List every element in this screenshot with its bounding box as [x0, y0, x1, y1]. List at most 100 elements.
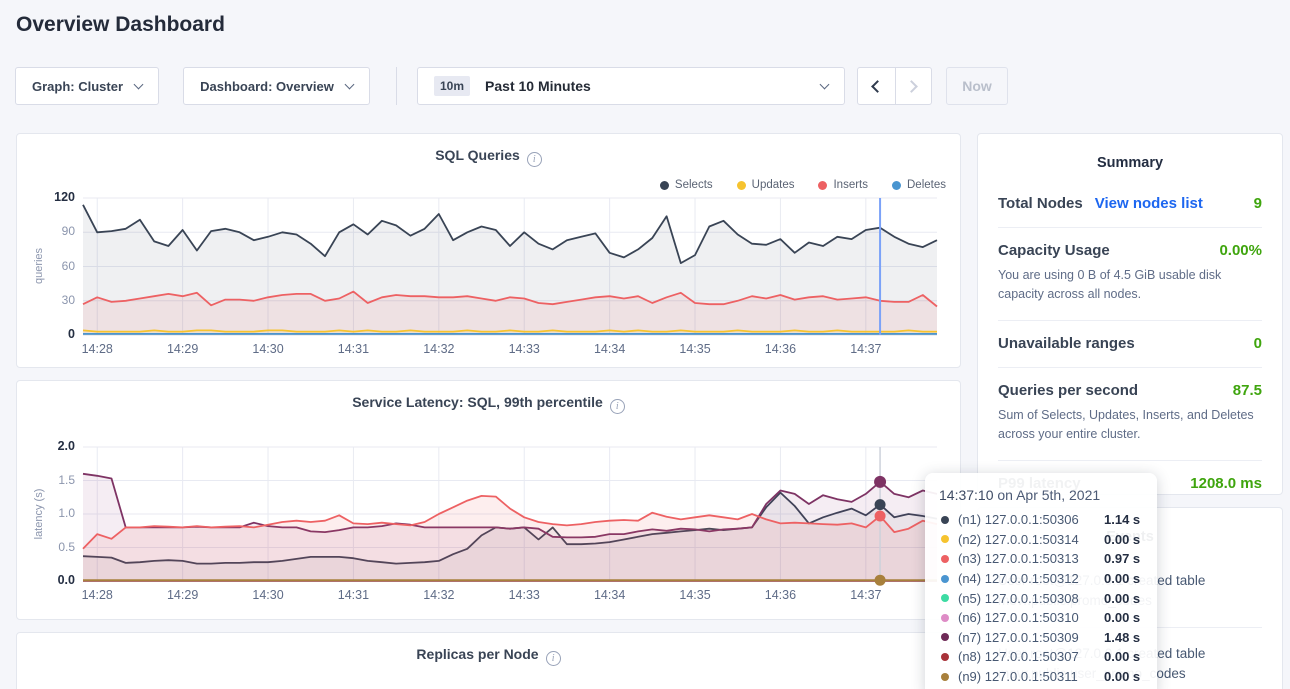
node-address: (n9) 127.0.0.1:50311	[958, 669, 1104, 684]
chevron-down-icon	[820, 79, 830, 89]
next-time-button[interactable]	[895, 68, 932, 104]
tooltip-row: (n9) 127.0.0.1:503110.00 s	[939, 667, 1143, 687]
summary-panel: Summary Total NodesView nodes list9Capac…	[977, 133, 1283, 495]
tooltip-row: (n4) 127.0.0.1:503120.00 s	[939, 569, 1143, 589]
node-address: (n7) 127.0.0.1:50309	[958, 630, 1104, 645]
node-latency-value: 0.00 s	[1104, 532, 1140, 547]
hover-dot-(n7) 127.0.0.1:50309	[874, 476, 886, 488]
y-axis-tick: 2.0	[31, 439, 75, 453]
chart-title: Service Latency: SQL, 99th percentile i	[17, 394, 960, 414]
x-axis-tick: 14:29	[153, 588, 213, 602]
chart-title: Replicas per Node i	[17, 646, 960, 666]
now-button[interactable]: Now	[946, 67, 1008, 105]
chart-title: SQL Queriesi	[17, 147, 960, 167]
node-color-dot	[941, 614, 949, 622]
x-axis-tick: 14:34	[580, 342, 640, 356]
node-latency-value: 0.97 s	[1104, 551, 1140, 566]
tooltip-row: (n2) 127.0.0.1:503140.00 s	[939, 530, 1143, 550]
node-latency-value: 0.00 s	[1104, 610, 1140, 625]
metric-value: 87.5	[1233, 382, 1262, 399]
legend-item-selects[interactable]: Selects	[660, 179, 713, 191]
metric-description: You are using 0 B of 4.5 GiB usable disk…	[998, 266, 1262, 305]
node-latency-value: 0.00 s	[1104, 571, 1140, 586]
dashboard-dropdown[interactable]: Dashboard: Overview	[183, 67, 370, 105]
x-axis-tick: 14:36	[750, 588, 810, 602]
x-axis-tick: 14:35	[665, 588, 725, 602]
node-color-dot	[941, 535, 949, 543]
node-color-dot	[941, 594, 949, 602]
x-axis-tick: 14:33	[494, 342, 554, 356]
toolbar-divider	[396, 67, 397, 105]
y-axis-tick: 1.5	[31, 473, 75, 487]
summary-metric-row: Capacity Usage0.00%	[998, 242, 1262, 259]
service-latency-chart[interactable]	[17, 381, 960, 619]
sql-queries-chart[interactable]	[17, 134, 960, 367]
tooltip-time: 14:37:10	[939, 487, 994, 503]
legend-item-deletes[interactable]: Deletes	[892, 179, 946, 191]
metric-description: Sum of Selects, Updates, Inserts, and De…	[998, 406, 1262, 445]
node-color-dot	[941, 633, 949, 641]
info-icon[interactable]: i	[546, 651, 561, 666]
chart-title-text: Replicas per Node	[416, 646, 538, 662]
time-pager	[857, 67, 932, 105]
tooltip-row: (n1) 127.0.0.1:503061.14 s	[939, 510, 1143, 530]
metric-label: Total Nodes	[998, 195, 1083, 212]
chevron-down-icon	[344, 79, 354, 89]
legend-label: Inserts	[833, 179, 868, 191]
time-range-selector[interactable]: 10m Past 10 Minutes	[417, 67, 845, 105]
x-axis-tick: 14:32	[409, 342, 469, 356]
time-range-badge: 10m	[434, 76, 470, 96]
summary-metric: Unavailable ranges0	[998, 320, 1262, 367]
tooltip-row: (n7) 127.0.0.1:503091.48 s	[939, 628, 1143, 648]
x-axis-tick: 14:36	[750, 342, 810, 356]
y-axis-tick: 120	[31, 190, 75, 204]
legend-dot	[892, 181, 901, 190]
node-latency-value: 0.00 s	[1104, 591, 1140, 606]
summary-metric-row: Total NodesView nodes list9	[998, 195, 1262, 212]
graph-dropdown[interactable]: Graph: Cluster	[15, 67, 159, 105]
chevron-right-icon	[905, 80, 918, 93]
x-axis-tick: 14:28	[67, 588, 127, 602]
tooltip-row: (n5) 127.0.0.1:503080.00 s	[939, 588, 1143, 608]
view-nodes-link[interactable]: View nodes list	[1095, 195, 1203, 212]
node-address: (n2) 127.0.0.1:50314	[958, 532, 1104, 547]
tooltip-date: on Apr 5th, 2021	[997, 487, 1100, 503]
legend-item-inserts[interactable]: Inserts	[818, 179, 868, 191]
node-address: (n4) 127.0.0.1:50312	[958, 571, 1104, 586]
legend-item-updates[interactable]: Updates	[737, 179, 795, 191]
info-icon[interactable]: i	[527, 152, 542, 167]
x-axis-tick: 14:37	[836, 588, 896, 602]
node-color-dot	[941, 575, 949, 583]
summary-metric: Capacity Usage0.00% You are using 0 B of …	[998, 227, 1262, 320]
legend-dot	[660, 181, 669, 190]
replicas-per-node-panel: Replicas per Node i	[16, 632, 961, 689]
node-color-dot	[941, 673, 949, 681]
y-axis-tick: 90	[31, 224, 75, 238]
chart-tooltip: 14:37:10 on Apr 5th, 2021 (n1) 127.0.0.1…	[925, 473, 1157, 689]
metric-label: Capacity Usage	[998, 242, 1110, 259]
x-axis-tick: 14:35	[665, 342, 725, 356]
x-axis-tick: 14:29	[153, 342, 213, 356]
info-icon[interactable]: i	[610, 399, 625, 414]
node-latency-value: 1.48 s	[1104, 630, 1140, 645]
summary-metric-row: Unavailable ranges0	[998, 335, 1262, 352]
y-axis-tick: 30	[31, 293, 75, 307]
chart-title-text: Service Latency: SQL, 99th percentile	[352, 394, 603, 410]
node-color-dot	[941, 516, 949, 524]
chart-legend: Selects Updates Inserts Deletes	[660, 179, 946, 191]
y-axis-tick: 0.0	[31, 573, 75, 587]
page-title: Overview Dashboard	[16, 13, 225, 37]
chevron-left-icon	[871, 80, 884, 93]
prev-time-button[interactable]	[858, 68, 895, 104]
summary-metrics: Total NodesView nodes list9Capacity Usag…	[998, 181, 1262, 507]
tooltip-row: (n3) 127.0.0.1:503130.97 s	[939, 549, 1143, 569]
service-latency-panel: Service Latency: SQL, 99th percentilei l…	[16, 380, 961, 620]
legend-dot	[737, 181, 746, 190]
metric-value: 0	[1254, 335, 1262, 352]
chevron-down-icon	[134, 79, 144, 89]
x-axis-tick: 14:34	[580, 588, 640, 602]
tooltip-row: (n8) 127.0.0.1:503070.00 s	[939, 647, 1143, 667]
y-axis-tick: 0	[31, 327, 75, 341]
node-latency-value: 0.00 s	[1104, 669, 1140, 684]
x-axis-tick: 14:28	[67, 342, 127, 356]
